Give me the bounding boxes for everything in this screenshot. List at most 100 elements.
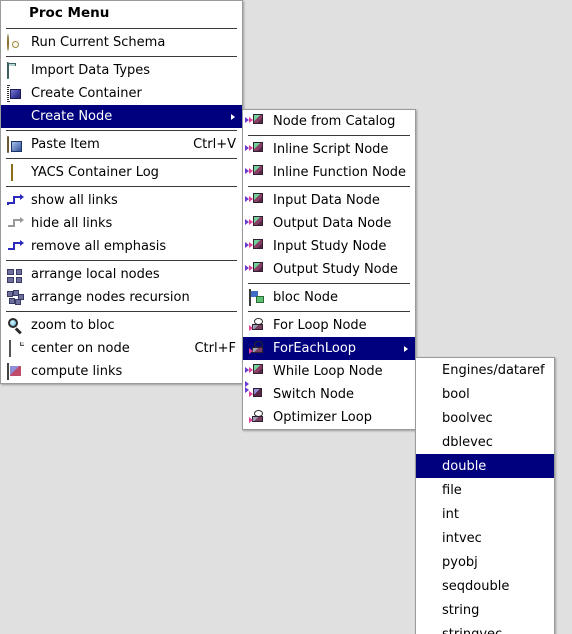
menu-separator (248, 283, 410, 284)
menu-item-show-all-links[interactable]: show all links (1, 189, 242, 212)
menu-item-label: bloc Node (273, 289, 339, 305)
menu-item-type-file[interactable]: file (416, 478, 554, 502)
menu-item-type-int[interactable]: int (416, 502, 554, 526)
gear-icon (7, 33, 25, 51)
menu-item-label: ForEachLoop (273, 340, 357, 356)
menu-item-output-data-node[interactable]: Output Data Node (243, 212, 415, 235)
menu-item-inline-function-node[interactable]: Inline Function Node (243, 161, 415, 184)
node-icon (245, 164, 267, 181)
menu-item-for-loop-node[interactable]: For Loop Node (243, 314, 415, 337)
menu-item-type-intvec[interactable]: intvec (416, 526, 554, 550)
menu-item-label: dblevec (442, 434, 493, 450)
menu-item-label: intvec (442, 530, 482, 546)
menu-item-arrange-local-nodes[interactable]: arrange local nodes (1, 263, 242, 286)
menu-item-label: boolvec (442, 410, 493, 426)
container-icon (7, 84, 25, 102)
foreachloop-type-submenu: Engines/dataref bool boolvec dblevec dou… (415, 357, 555, 634)
menu-separator (6, 186, 237, 187)
menu-item-type-dblevec[interactable]: dblevec (416, 430, 554, 454)
proc-menu-title: Proc Menu (29, 5, 110, 21)
import-icon (7, 61, 25, 79)
node-icon (245, 238, 267, 255)
menu-separator (248, 311, 410, 312)
menu-item-label: Output Study Node (273, 261, 398, 277)
menu-item-paste-item[interactable]: Paste Item Ctrl+V (1, 133, 242, 156)
node-icon (245, 192, 267, 209)
menu-item-type-double[interactable]: double (416, 454, 554, 478)
page-icon (7, 339, 25, 357)
submenu-arrow-icon (231, 113, 235, 120)
menu-item-label: Paste Item (31, 136, 100, 152)
menu-item-center-on-node[interactable]: center on node Ctrl+F (1, 337, 242, 360)
magnifier-icon (7, 318, 25, 334)
grid-icon (7, 267, 25, 283)
menu-item-label: arrange nodes recursion (31, 289, 190, 305)
loop-icon (249, 409, 267, 426)
menu-item-label: pyobj (442, 554, 478, 570)
menu-item-label: arrange local nodes (31, 266, 160, 282)
menu-item-type-bool[interactable]: bool (416, 382, 554, 406)
menu-item-hide-all-links[interactable]: hide all links (1, 212, 242, 235)
menu-item-create-node[interactable]: Create Node (1, 105, 242, 128)
blank-icon (7, 109, 25, 125)
menu-item-label: file (442, 482, 462, 498)
loop-icon (249, 340, 267, 357)
menu-item-label: zoom to bloc (31, 317, 115, 333)
menu-item-compute-links[interactable]: compute links (1, 360, 242, 383)
menu-item-label: Import Data Types (31, 62, 151, 78)
menu-item-create-container[interactable]: Create Container (1, 82, 242, 105)
bloc-icon (249, 288, 267, 306)
menu-item-label: Output Data Node (273, 215, 392, 231)
menu-item-type-boolvec[interactable]: boolvec (416, 406, 554, 430)
menu-item-label: show all links (31, 192, 118, 208)
menu-item-switch-node[interactable]: Switch Node (243, 380, 415, 406)
switch-icon (245, 380, 267, 403)
loop-icon (249, 317, 267, 334)
menu-separator (6, 130, 237, 131)
node-icon (245, 215, 267, 232)
menu-item-label: Run Current Schema (31, 34, 166, 50)
menu-item-label: Switch Node (273, 386, 355, 402)
menu-item-type-string[interactable]: string (416, 598, 554, 622)
menu-separator (6, 260, 237, 261)
menu-item-label: remove all emphasis (31, 238, 167, 254)
menu-item-foreachloop[interactable]: ForEachLoop (243, 337, 415, 360)
menu-separator (6, 56, 237, 57)
menu-item-label: Node from Catalog (273, 113, 396, 129)
menu-item-label: seqdouble (442, 578, 510, 594)
menu-item-label: For Loop Node (273, 317, 367, 333)
link-show-icon (7, 193, 25, 209)
submenu-arrow-icon (404, 345, 408, 352)
menu-item-label: string (442, 602, 480, 618)
menu-item-arrange-nodes-recursion[interactable]: arrange nodes recursion (1, 286, 242, 309)
node-icon (245, 261, 267, 278)
menu-item-input-study-node[interactable]: Input Study Node (243, 235, 415, 258)
menu-separator (6, 158, 237, 159)
menu-item-zoom-to-bloc[interactable]: zoom to bloc (1, 314, 242, 337)
menu-item-bloc-node[interactable]: bloc Node (243, 286, 415, 309)
link-emphasis-icon (7, 239, 25, 255)
menu-item-label: bool (442, 386, 470, 402)
menu-item-run-current-schema[interactable]: Run Current Schema (1, 31, 242, 54)
menu-item-optimizer-loop[interactable]: Optimizer Loop (243, 406, 415, 429)
menu-item-type-seqdouble[interactable]: seqdouble (416, 574, 554, 598)
menu-item-label: Optimizer Loop (273, 409, 372, 425)
menu-separator (6, 28, 237, 29)
menu-item-label: Input Study Node (273, 238, 387, 254)
proc-menu: Proc Menu Run Current Schema Import Data… (0, 0, 243, 384)
menu-item-node-from-catalog[interactable]: Node from Catalog (243, 110, 415, 133)
menu-item-label: YACS Container Log (31, 164, 159, 180)
menu-item-output-study-node[interactable]: Output Study Node (243, 258, 415, 281)
menu-item-inline-script-node[interactable]: Inline Script Node (243, 138, 415, 161)
menu-item-while-loop-node[interactable]: While Loop Node (243, 360, 415, 383)
menu-item-type-stringvec[interactable]: stringvec (416, 622, 554, 634)
menu-item-input-data-node[interactable]: Input Data Node (243, 189, 415, 212)
menu-item-label: Engines/dataref (442, 362, 545, 378)
menu-item-import-data-types[interactable]: Import Data Types (1, 59, 242, 82)
menu-item-label: stringvec (442, 626, 503, 634)
menu-separator (248, 135, 410, 136)
menu-item-type-pyobj[interactable]: pyobj (416, 550, 554, 574)
menu-item-yacs-container-log[interactable]: YACS Container Log (1, 161, 242, 184)
menu-item-type-engines-dataref[interactable]: Engines/dataref (416, 358, 554, 382)
menu-item-remove-all-emphasis[interactable]: remove all emphasis (1, 235, 242, 258)
